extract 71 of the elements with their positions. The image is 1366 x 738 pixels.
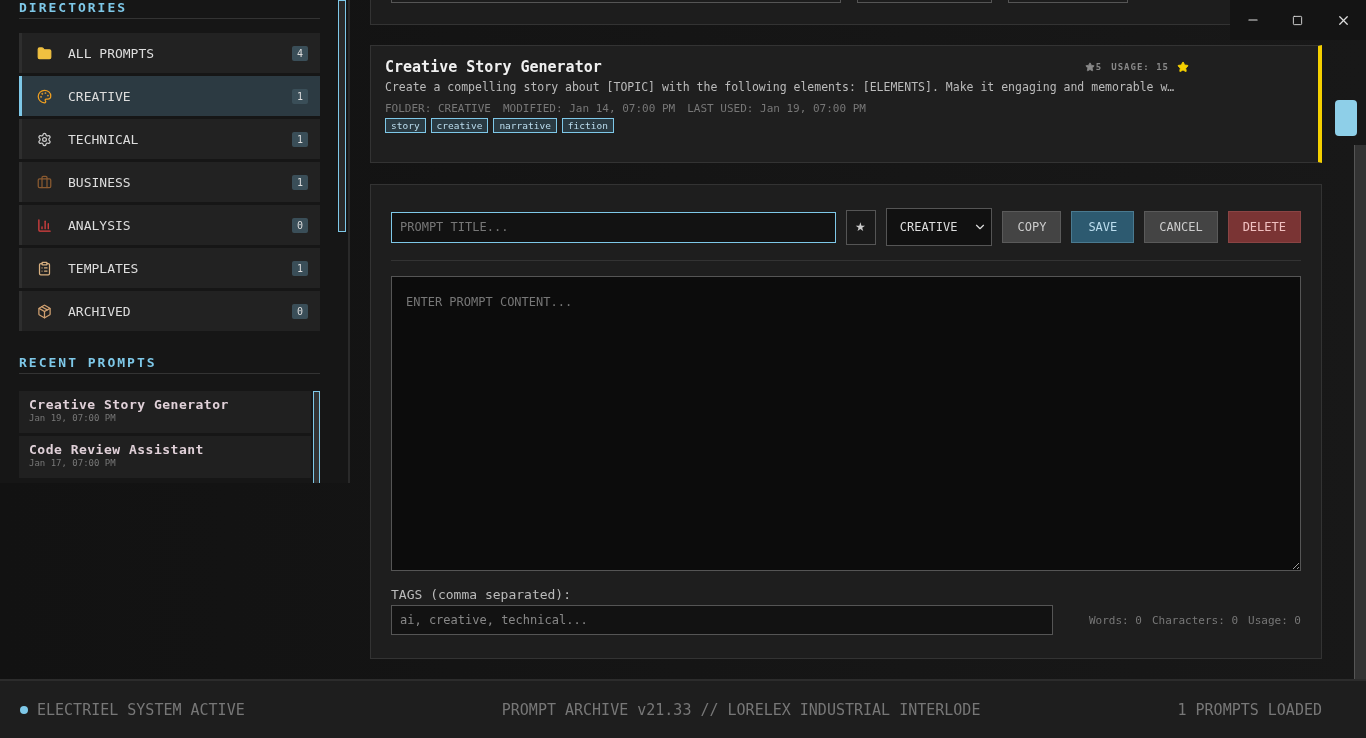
directory-item[interactable]: ARCHIVED 0 <box>19 291 320 331</box>
section-title: RECENT PROMPTS <box>19 355 320 374</box>
meta-text: MODIFIED: Jan 14, 07:00 PM <box>502 102 676 115</box>
directory-item[interactable]: TEMPLATES 1 <box>19 248 320 288</box>
directory-item[interactable]: TECHNICAL 1 <box>19 119 320 159</box>
footer-text: PROMPT ARCHIVE v21.33 // LORELEX INDUSTRIAL INTERLODE <box>500 700 981 719</box>
favorite-button[interactable]: ★ <box>845 209 876 245</box>
meta-text: FOLDER: CREATIVE <box>385 102 491 115</box>
title-input[interactable]: PROMPT TITLE... <box>391 211 836 243</box>
recent-prompt-item[interactable]: Creative Story Generator Jan 19, 07:00 PM <box>19 391 311 433</box>
tag: story <box>385 118 426 133</box>
prompt-content: Create a compelling story about [TOPIC] with the following elements: [ELEMENTS]. Make it engaging and memorable w… <box>385 80 1176 94</box>
count-badge: 1 <box>291 88 308 104</box>
directory-item[interactable]: CREATIVE 1 <box>19 76 320 116</box>
maximize-icon <box>1292 14 1304 26</box>
action-button[interactable]: CANCEL <box>1144 211 1218 243</box>
meta-text: LAST USED: Jan 19, 07:00 PM <box>687 102 866 115</box>
scrollbar-thumb[interactable] <box>338 0 346 232</box>
folder-icon <box>37 45 52 61</box>
rating: 5 <box>1084 62 1102 72</box>
scrollbar-thumb[interactable] <box>1335 100 1357 136</box>
count-badge: 0 <box>291 303 308 319</box>
count-badge: 1 <box>291 131 308 147</box>
prompts-count: 1 PROMPTS LOADED <box>1177 700 1322 719</box>
tag: creative <box>430 118 489 133</box>
action-button[interactable]: DELETE <box>1227 211 1301 243</box>
tag: fiction <box>561 118 614 133</box>
star-icon <box>1084 62 1095 72</box>
directory-label: ANALYSIS <box>68 217 132 233</box>
content-textarea[interactable]: ENTER PROMPT CONTENT... <box>391 276 1301 571</box>
tags-label: TAGS (comma separated): <box>391 587 572 602</box>
bar-chart-icon <box>37 217 52 233</box>
stat-text: Words: 0 <box>1088 613 1142 627</box>
count-badge: 0 <box>291 217 308 233</box>
directory-item[interactable]: ALL PROMPTS 4 <box>19 33 320 73</box>
recent-prompt-date: Jan 17, 07:00 PM <box>29 458 117 468</box>
action-button[interactable]: SAVE <box>1071 211 1135 243</box>
count-badge: 1 <box>291 174 308 190</box>
tags-input[interactable]: ai, creative, technical... <box>391 605 1053 635</box>
recent-prompt-date: Jan 19, 07:00 PM <box>29 413 117 423</box>
action-button[interactable]: COPY <box>1002 211 1062 243</box>
stat-text: Characters: 0 <box>1151 613 1238 627</box>
stat-text: Usage: 0 <box>1248 613 1301 627</box>
count-badge: 1 <box>291 260 308 276</box>
briefcase-icon <box>37 174 52 190</box>
scrollbar-thumb[interactable] <box>313 391 320 483</box>
status-text: ELECTRIEL SYSTEM ACTIVE <box>37 700 245 719</box>
recent-prompt-title: Code Review Assistant <box>29 442 205 457</box>
directory-label: BUSINESS <box>68 174 132 190</box>
directory-label: TECHNICAL <box>68 131 140 147</box>
directory-item[interactable]: ANALYSIS 0 <box>19 205 320 245</box>
tag: narrative <box>493 118 557 133</box>
favorite-star-icon[interactable] <box>1177 61 1189 73</box>
prompt-title: Creative Story Generator <box>385 58 603 76</box>
palette-icon <box>37 88 52 104</box>
directory-label: ARCHIVED <box>68 303 132 319</box>
recent-prompt-title: Creative Story Generator <box>29 397 230 412</box>
section-title: DIRECTORIES <box>19 0 320 19</box>
usage-count: USAGE: 15 <box>1111 62 1169 72</box>
recent-prompt-item[interactable]: Code Review Assistant Jan 17, 07:00 PM <box>19 436 311 478</box>
folder-select[interactable]: CREATIVE <box>885 208 993 246</box>
directory-item[interactable]: BUSINESS 1 <box>19 162 320 202</box>
clipboard-icon <box>37 260 52 276</box>
gear-icon <box>37 131 52 147</box>
prompt-card[interactable] <box>370 45 1322 163</box>
directory-label: ALL PROMPTS <box>68 45 156 61</box>
directory-label: TEMPLATES <box>68 260 140 276</box>
scrollbar-track[interactable] <box>1354 145 1366 679</box>
box-icon <box>37 303 52 319</box>
directory-label: CREATIVE <box>68 88 132 104</box>
count-badge: 4 <box>291 45 308 61</box>
